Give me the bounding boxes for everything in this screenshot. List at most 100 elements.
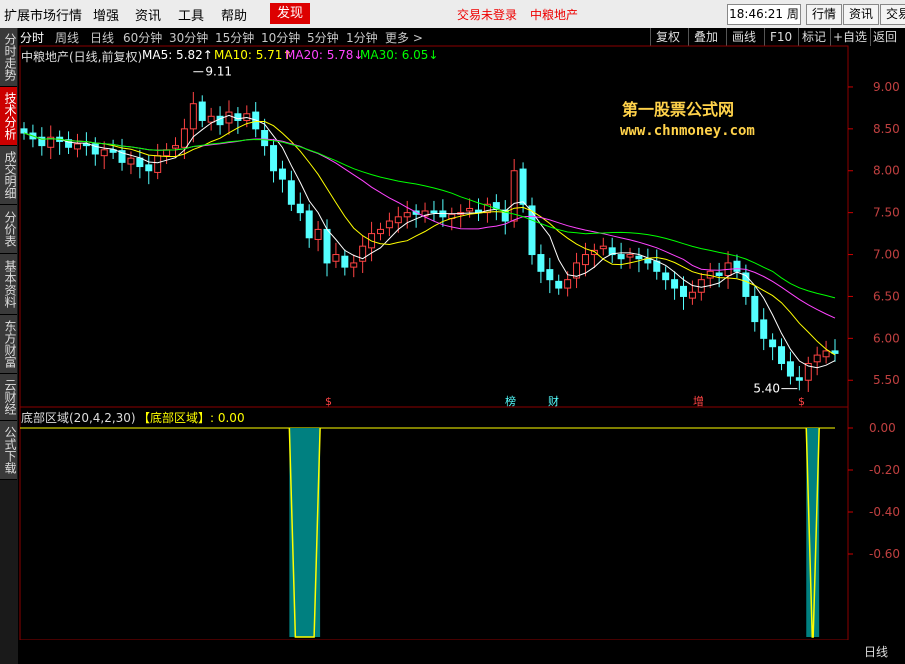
candle-body — [127, 157, 135, 165]
period-more[interactable]: 更多 > — [385, 29, 423, 46]
candle-body — [314, 228, 322, 240]
menu-item-enhance[interactable]: 增强 — [93, 5, 119, 24]
candle-body — [564, 279, 572, 289]
menu-item-help[interactable]: 帮助 — [221, 5, 247, 24]
candle-body — [608, 247, 616, 256]
candle-body — [617, 254, 625, 260]
period-1min[interactable]: 1分钟 — [346, 29, 378, 46]
candle-body — [590, 249, 598, 256]
sidebar-tab-intraday[interactable]: 分时走势 — [0, 28, 17, 87]
indicator-tick-label: -0.40 — [869, 505, 900, 519]
candle-body — [403, 212, 411, 218]
candle-body — [154, 155, 162, 173]
candle-body — [421, 210, 429, 217]
candle-body — [278, 168, 286, 180]
menu-item-extended-market[interactable]: 扩展市场行情 — [4, 5, 82, 24]
kline-chart[interactable]: 9.11 5.40 $ 榜 财 增 $ 9.00 8.50 8.00 7.50 7.00 6.50 6.… — [0, 0, 905, 664]
candle-body — [189, 103, 197, 130]
period-label: 日线 — [864, 645, 889, 659]
candle-body — [225, 111, 233, 124]
candle-body — [688, 291, 696, 299]
candle-body — [332, 254, 340, 262]
add-watchlist-button[interactable]: +自选 — [833, 28, 867, 46]
sidebar-tab-profile[interactable]: 基本资料 — [0, 254, 17, 315]
period-15min[interactable]: 15分钟 — [215, 29, 254, 46]
watermark-title: 第一股票公式网 — [622, 100, 735, 119]
candle-body — [804, 362, 812, 381]
candle-body — [234, 113, 242, 121]
candle-body — [751, 295, 759, 323]
high-price-label: 9.11 — [205, 65, 232, 79]
candle-body — [573, 262, 581, 279]
candle-body — [350, 262, 358, 268]
trade-status: 交易未登录 — [457, 8, 518, 22]
quote-button[interactable]: 行情 — [806, 4, 842, 25]
candle-body — [662, 272, 670, 281]
price-tick-label: 8.50 — [873, 122, 900, 136]
event-marker: $ — [798, 395, 805, 408]
candle-body — [305, 210, 313, 239]
toolbar-divider — [870, 28, 871, 46]
price-tick-label: 5.50 — [873, 373, 900, 387]
period-weekly[interactable]: 周线 — [55, 29, 79, 46]
candle-body — [510, 170, 518, 222]
candle-body — [109, 149, 117, 153]
candle-body — [778, 346, 786, 364]
price-tick-label: 7.00 — [873, 248, 900, 262]
candle-body — [626, 254, 634, 258]
sidebar-tab-technical[interactable]: 技术分析 — [0, 87, 17, 146]
candle-body — [29, 132, 37, 140]
candle-body — [412, 210, 420, 215]
mark-button[interactable]: 标记 — [802, 28, 826, 46]
period-10min[interactable]: 10分钟 — [261, 29, 300, 46]
candle-body — [368, 233, 376, 249]
candle-body — [813, 354, 821, 363]
draw-line-button[interactable]: 画线 — [732, 28, 756, 46]
candle-body — [65, 139, 73, 148]
period-5min[interactable]: 5分钟 — [307, 29, 339, 46]
find-button[interactable]: 发现 — [270, 3, 310, 24]
f10-button[interactable]: F10 — [770, 28, 792, 46]
period-60min[interactable]: 60分钟 — [123, 29, 162, 46]
candle-body — [207, 115, 215, 123]
candle-body — [760, 319, 768, 339]
menu-item-info[interactable]: 资讯 — [135, 5, 161, 24]
period-intraday[interactable]: 分时 — [20, 29, 44, 46]
bottom-zone-outline — [288, 427, 321, 638]
watermark-url: www.chnmoney.com — [620, 123, 755, 139]
candle-body — [475, 209, 483, 214]
period-30min[interactable]: 30分钟 — [169, 29, 208, 46]
candle-body — [82, 143, 90, 147]
price-tick-label: 7.50 — [873, 206, 900, 220]
sidebar-tab-formula-download[interactable]: 公式下载 — [0, 421, 17, 480]
candle-body — [795, 377, 803, 381]
overlay-button[interactable]: 叠加 — [694, 28, 718, 46]
ma20-label: MA20: 5.78↓ — [285, 48, 364, 62]
candle-body — [163, 149, 171, 157]
indicator-tick-label: -0.60 — [869, 547, 900, 561]
candle-body — [697, 279, 705, 293]
bottom-zone-fill — [289, 428, 321, 637]
candle-body — [180, 128, 188, 148]
bottom-bar — [18, 640, 905, 664]
sidebar-tab-eastmoney[interactable]: 东方财富 — [0, 315, 17, 374]
back-button[interactable]: 返回 — [873, 28, 897, 46]
menu-item-tools[interactable]: 工具 — [178, 5, 204, 24]
price-tick-label: 8.00 — [873, 164, 900, 178]
indicator-tick-label: -0.20 — [869, 463, 900, 477]
sidebar-tab-yuncaijing[interactable]: 云财经 — [0, 374, 17, 421]
candle-body — [439, 210, 447, 218]
candle-body — [546, 269, 554, 281]
ma30-label: MA30: 6.05↓ — [360, 48, 439, 62]
sidebar-tab-trades[interactable]: 成交明细 — [0, 146, 17, 205]
indicator-border — [19, 406, 849, 641]
candle-body — [457, 212, 465, 215]
adjust-button[interactable]: 复权 — [656, 28, 680, 46]
candle-body — [243, 113, 251, 121]
trade-button[interactable]: 交易 — [880, 4, 905, 25]
period-daily[interactable]: 日线 — [90, 29, 114, 46]
candle-body — [20, 128, 28, 134]
news-button[interactable]: 资讯 — [843, 4, 879, 25]
candle-body — [91, 143, 99, 155]
sidebar-tab-price-table[interactable]: 分价表 — [0, 205, 17, 254]
